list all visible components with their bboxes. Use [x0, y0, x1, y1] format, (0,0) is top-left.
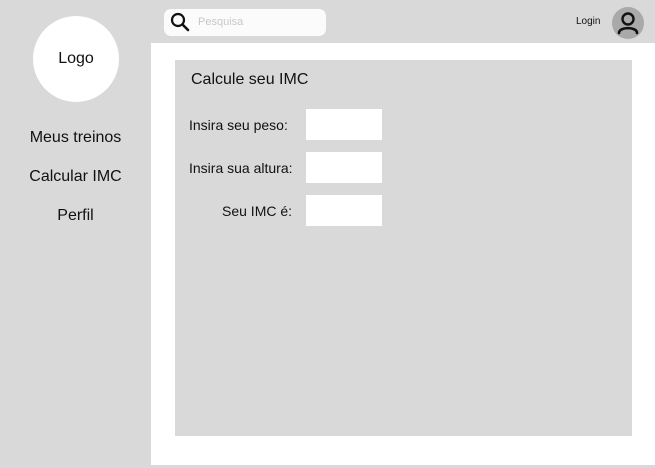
search-bar [164, 9, 326, 36]
logo-text: Logo [58, 50, 94, 67]
search-icon[interactable] [170, 12, 190, 32]
sidebar-item-perfil[interactable]: Perfil [0, 207, 151, 225]
logo: Logo [33, 16, 119, 102]
avatar[interactable] [612, 7, 644, 39]
height-label: Insira sua altura: [189, 160, 293, 176]
sidebar-item-label: Meus treinos [29, 129, 122, 146]
user-icon [617, 12, 639, 35]
weight-label: Insira seu peso: [189, 117, 288, 133]
imc-result-label: Seu IMC é: [222, 203, 293, 219]
page-title: Calcule seu IMC [191, 71, 309, 88]
login-label: Login [576, 16, 601, 27]
sidebar-item-meus-treinos[interactable]: Meus treinos [0, 129, 151, 147]
sidebar-item-label: Perfil [57, 207, 94, 224]
imc-result-field[interactable] [306, 195, 382, 226]
sidebar-item-calcular-imc[interactable]: Calcular IMC [0, 168, 151, 186]
search-input[interactable] [198, 12, 318, 32]
app-window: Logo Meus treinos Calcular IMC Perfil Lo… [0, 0, 655, 468]
weight-input[interactable] [306, 109, 382, 140]
sidebar-item-label: Calcular IMC [29, 168, 122, 185]
height-input[interactable] [306, 152, 382, 183]
login-link[interactable]: Login [576, 16, 600, 27]
